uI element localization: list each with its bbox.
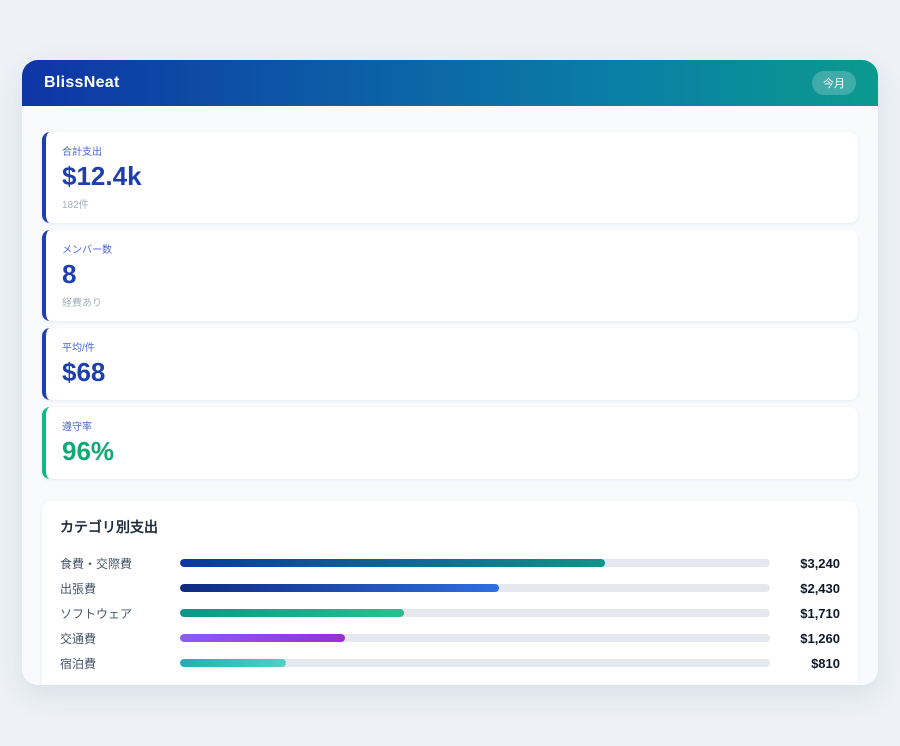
app-window: BlissNeat 今月 合計支出 $12.4k 182件 メンバー数 8 経費… bbox=[22, 60, 878, 685]
stat-card-total-spend: 合計支出 $12.4k 182件 bbox=[42, 132, 858, 223]
stat-card-average-per-item: 平均/件 $68 bbox=[42, 328, 858, 400]
stat-value: 8 bbox=[62, 260, 842, 290]
category-value: $1,710 bbox=[784, 606, 840, 621]
period-badge[interactable]: 今月 bbox=[812, 71, 856, 95]
stat-value: $68 bbox=[62, 358, 842, 388]
bar-track bbox=[180, 584, 770, 592]
category-row: 宿泊費 $810 bbox=[60, 651, 840, 676]
category-row: 交通費 $1,260 bbox=[60, 626, 840, 651]
bar-track bbox=[180, 634, 770, 642]
bar-business-trip bbox=[180, 584, 499, 592]
bar-transportation bbox=[180, 634, 345, 642]
category-label: 交通費 bbox=[60, 630, 180, 647]
category-label: 食費・交際費 bbox=[60, 555, 180, 572]
stat-label: 平均/件 bbox=[62, 339, 842, 354]
category-value: $810 bbox=[784, 656, 840, 671]
dashboard-content: 合計支出 $12.4k 182件 メンバー数 8 経費あり 平均/件 $68 遵… bbox=[22, 106, 878, 685]
category-value: $3,240 bbox=[784, 556, 840, 571]
category-breakdown-card: カテゴリ別支出 食費・交際費 $3,240 出張費 $2,430 ソフトウェア … bbox=[42, 501, 858, 685]
category-label: 出張費 bbox=[60, 580, 180, 597]
bar-track bbox=[180, 559, 770, 567]
app-title: BlissNeat bbox=[44, 74, 120, 92]
bar-software bbox=[180, 609, 404, 617]
category-breakdown-title: カテゴリ別支出 bbox=[60, 517, 840, 537]
bar-food-entertainment bbox=[180, 559, 605, 567]
stat-card-compliance-rate: 遵守率 96% bbox=[42, 407, 858, 479]
stat-value: 96% bbox=[62, 437, 842, 467]
stat-label: 遵守率 bbox=[62, 418, 842, 433]
stat-label: メンバー数 bbox=[62, 241, 842, 256]
stat-subtext: 182件 bbox=[62, 196, 842, 211]
category-row: 食費・交際費 $3,240 bbox=[60, 551, 840, 576]
category-row: ソフトウェア $1,710 bbox=[60, 601, 840, 626]
stat-value: $12.4k bbox=[62, 162, 842, 192]
bar-track bbox=[180, 609, 770, 617]
category-value: $2,430 bbox=[784, 581, 840, 596]
category-row: 出張費 $2,430 bbox=[60, 576, 840, 601]
category-label: 宿泊費 bbox=[60, 655, 180, 672]
bar-track bbox=[180, 659, 770, 667]
stat-subtext: 経費あり bbox=[62, 294, 842, 309]
category-value: $1,260 bbox=[784, 631, 840, 646]
bar-accommodation bbox=[180, 659, 286, 667]
stat-card-member-count: メンバー数 8 経費あり bbox=[42, 230, 858, 321]
app-header: BlissNeat 今月 bbox=[22, 60, 878, 106]
category-label: ソフトウェア bbox=[60, 605, 180, 622]
stat-label: 合計支出 bbox=[62, 143, 842, 158]
